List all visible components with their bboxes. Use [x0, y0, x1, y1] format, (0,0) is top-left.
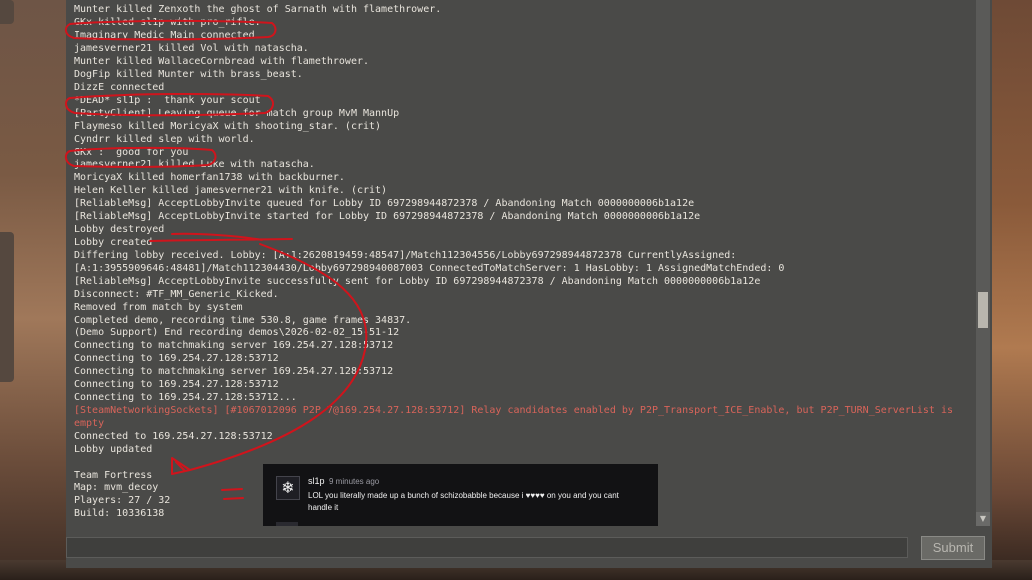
- chat-next-avatar-edge: [276, 522, 298, 526]
- console-line: Connecting to 169.254.27.128:53712: [74, 353, 279, 365]
- console-command-input[interactable]: [66, 537, 908, 558]
- console-line: Munter killed Zenxoth the ghost of Sarna…: [74, 4, 442, 16]
- console-line: Disconnect: #TF_MM_Generic_Kicked.: [74, 288, 279, 300]
- console-line: Flaymeso killed MoricyaX with shooting_s…: [74, 120, 382, 132]
- console-line: Lobby created: [74, 236, 153, 248]
- scrollbar-thumb[interactable]: [978, 292, 988, 328]
- snowflake-icon: ❄: [276, 476, 300, 500]
- console-line: DizzE connected: [74, 81, 165, 93]
- console-line: (Demo Support) End recording demos\2026-…: [74, 327, 400, 339]
- console-line: Helen Keller killed jamesverner21 with k…: [74, 185, 388, 197]
- chat-message-card: ❄ sl1p 9 minutes ago LOL you literally m…: [263, 464, 658, 526]
- console-line: Removed from match by system: [74, 301, 243, 313]
- console-line: *DEAD* sl1p : thank your scout: [74, 94, 261, 106]
- console-line: DogFip killed Munter with brass_beast.: [74, 69, 303, 81]
- submit-button[interactable]: Submit: [921, 536, 985, 560]
- console-line: Team Fortress: [74, 469, 153, 481]
- game-hud-panel-top: [0, 0, 14, 24]
- scroll-down-arrow-icon[interactable]: ▼: [976, 512, 990, 526]
- console-line: Imaginary Medic Main connected: [74, 30, 255, 42]
- console-line: Completed demo, recording time 530.8, ga…: [74, 314, 412, 326]
- console-line: Connected to 169.254.27.128:53712: [74, 430, 273, 442]
- console-line: jamesverner21 killed Luke with natascha.: [74, 159, 315, 171]
- chat-timestamp: 9 minutes ago: [329, 477, 380, 486]
- console-line: Lobby updated: [74, 443, 153, 455]
- console-line: [ReliableMsg] AcceptLobbyInvite started …: [74, 211, 701, 223]
- chat-username: sl1p: [308, 476, 325, 486]
- console-line: Connecting to 169.254.27.128:53712: [74, 379, 279, 391]
- console-line: GKx : good for you: [74, 146, 189, 158]
- console-line: Build: 10336138: [74, 508, 165, 520]
- game-background-right: [992, 0, 1032, 580]
- console-line: Lobby destroyed: [74, 224, 165, 236]
- console-line: Connecting to 169.254.27.128:53712...: [74, 392, 297, 404]
- console-scrollbar[interactable]: ▼: [976, 0, 990, 526]
- console-line: [ReliableMsg] AcceptLobbyInvite queued f…: [74, 198, 695, 210]
- console-line: Differing lobby received. Lobby: [A:1:26…: [74, 249, 737, 261]
- console-line: Munter killed WallaceCornbread with flam…: [74, 56, 370, 68]
- chat-message-text: LOL you literally made up a bunch of sch…: [308, 491, 619, 512]
- console-line: empty: [74, 417, 105, 429]
- console-line: [SteamNetworkingSockets] [#1067012096 P2…: [74, 404, 953, 416]
- console-line: MoricyaX killed homerfan1738 with backbu…: [74, 172, 345, 184]
- game-hud-panel-middle: [0, 232, 14, 382]
- console-line: Map: mvm_decoy: [74, 482, 159, 494]
- console-line: [PartyClient] Leaving queue for match gr…: [74, 107, 400, 119]
- screenshot-stage: Munter defended the Control Point for te…: [0, 0, 1032, 580]
- console-line: [A:1:3955909646:48481]/Match112304430/Lo…: [74, 262, 785, 274]
- console-line: Players: 27 / 32: [74, 495, 171, 507]
- console-output: Munter defended the Control Point for te…: [74, 0, 974, 526]
- console-line: Connecting to matchmaking server 169.254…: [74, 340, 394, 352]
- console-line: GKx killed sl1p with pro_rifle.: [74, 17, 261, 29]
- console-line: jamesverner21 killed Vol with natascha.: [74, 43, 309, 55]
- console-line: [ReliableMsg] AcceptLobbyInvite successf…: [74, 275, 761, 287]
- console-line: Connecting to matchmaking server 169.254…: [74, 366, 394, 378]
- console-line: Cyndrr killed slep with world.: [74, 133, 255, 145]
